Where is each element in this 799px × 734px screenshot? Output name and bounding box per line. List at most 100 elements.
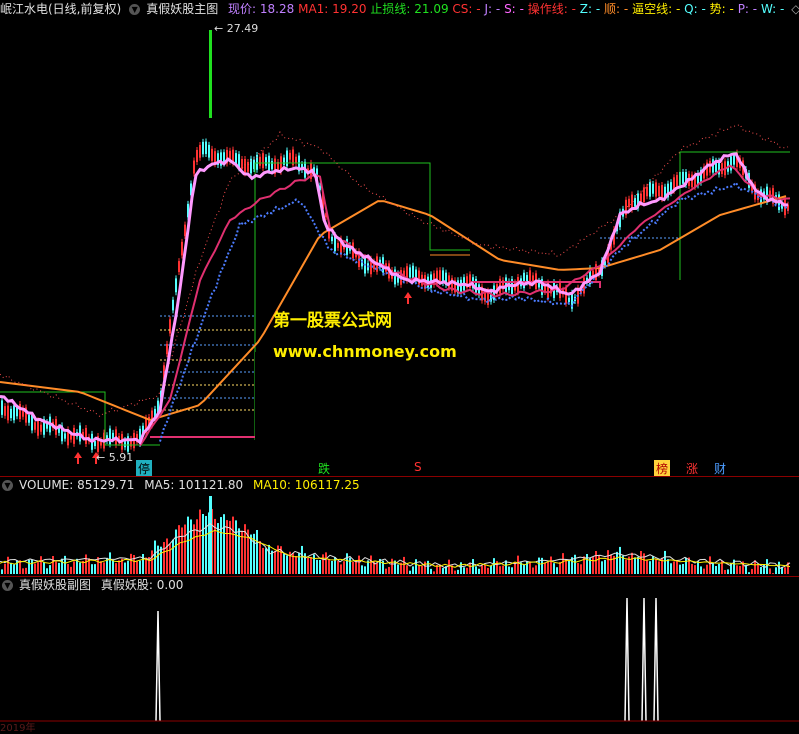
volume-bar [673,561,675,574]
volume-bar [175,529,177,574]
volume-bar [370,555,372,574]
volume-bar [646,560,648,574]
volume-bar [319,559,321,574]
volume-bar [115,563,117,574]
signal-ting: 停 [136,460,153,477]
volume-bar [637,556,639,574]
volume-bar [532,567,534,574]
volume-bar [133,555,135,574]
candle [283,157,285,165]
volume-bar [22,568,24,574]
volume-bar [499,566,501,574]
indicator-name[interactable]: 真假妖股主图 [146,2,218,16]
volume-bar [427,560,429,574]
z-label: Z: - [579,2,601,16]
candle [31,414,33,431]
volume-bar [226,520,228,574]
candle [73,427,75,444]
volume-bar [196,519,198,574]
candle [709,160,711,173]
volume-bar [631,552,633,574]
candle [16,407,18,417]
volume-bar [190,519,192,574]
volume-bar [415,559,417,574]
volume-bar [268,544,270,574]
volume-bar [586,553,588,574]
indicator-sub-dropdown-icon[interactable]: ▼ [2,580,13,591]
candle [331,236,333,242]
volume-bar [406,565,408,574]
candle [661,185,663,200]
high-price-mark: ← 27.49 [214,22,259,35]
candle [565,287,567,304]
volume-dropdown-icon[interactable]: ▼ [2,480,13,491]
volume-bar [502,565,504,574]
volume-bar [259,541,261,574]
s-label: S: - [504,2,524,16]
candle [178,261,180,273]
cs-label: CS: - [452,2,481,16]
volume-label: VOLUME: 85129.71 [19,478,135,492]
volume-bar [100,561,102,574]
volume-bar [466,567,468,574]
volume-bar [709,556,711,574]
indicator-panel[interactable]: ▼ 真假妖股副图 真假妖股: 0.00 2019年 [0,576,799,734]
main-chart-panel[interactable]: 岷江水电(日线,前复权) ▼ 真假妖股主图 现价: 18.28 MA1: 19.20… [0,0,799,477]
candle [37,420,39,436]
indicator-chart[interactable] [0,576,799,731]
ma1-label: MA1: 19.20 [298,2,367,16]
volume-bar [559,562,561,574]
signal-s: S [414,460,422,474]
volume-bar [484,564,486,574]
volume-bar [58,562,60,574]
candle [289,152,291,160]
volume-bar [553,563,555,574]
diamond-nav-icon[interactable]: ◇ [791,2,799,16]
volume-bar [37,562,39,574]
volume-bar [640,550,642,574]
volume-bar [556,567,558,574]
volume-ma5-label: MA5: 101121.80 [144,478,244,492]
volume-bar [757,563,759,574]
volume-bar [658,561,660,574]
volume-bar [352,561,354,574]
volume-bar [316,559,318,574]
volume-bar [490,565,492,574]
indicator-dropdown-icon[interactable]: ▼ [129,4,141,15]
candle [193,160,195,174]
volume-bar [202,514,204,574]
volume-bar [670,563,672,574]
volume-bar [73,561,75,574]
buy-arrow-icon [74,452,82,464]
candle [733,154,735,165]
candle [295,156,297,164]
volume-bar [142,553,144,574]
volume-bar [463,567,465,574]
volume-bar [544,562,546,574]
bikong-line-label: 逼空线: - [632,2,681,16]
volume-bar [337,561,339,574]
candle [649,182,651,197]
volume-bar [151,550,153,574]
volume-bar [235,520,237,574]
volume-bar [487,567,489,574]
candle [394,269,396,285]
volume-bar [82,560,84,574]
volume-panel[interactable]: ▼ VOLUME: 85129.71 MA5: 101121.80 MA10: 1… [0,476,799,576]
volume-bar [322,554,324,574]
volume-ma10-line [0,529,791,568]
buy-arrow-icon [404,292,412,304]
volume-bar [610,554,612,574]
candle [10,408,12,419]
volume-bar [178,525,180,574]
volume-bar [163,542,165,574]
volume-bar [34,563,36,574]
candle [169,319,171,334]
indicator-series-label: 真假妖股: 0.00 [100,578,184,592]
volume-bar [748,572,750,574]
volume-bar [118,560,120,574]
indicator-sub-title[interactable]: 真假妖股副图 [19,578,91,592]
volume-bar [238,528,240,574]
volume-bar [418,564,420,574]
watermark-url: www.chnmoney.com [273,342,457,361]
